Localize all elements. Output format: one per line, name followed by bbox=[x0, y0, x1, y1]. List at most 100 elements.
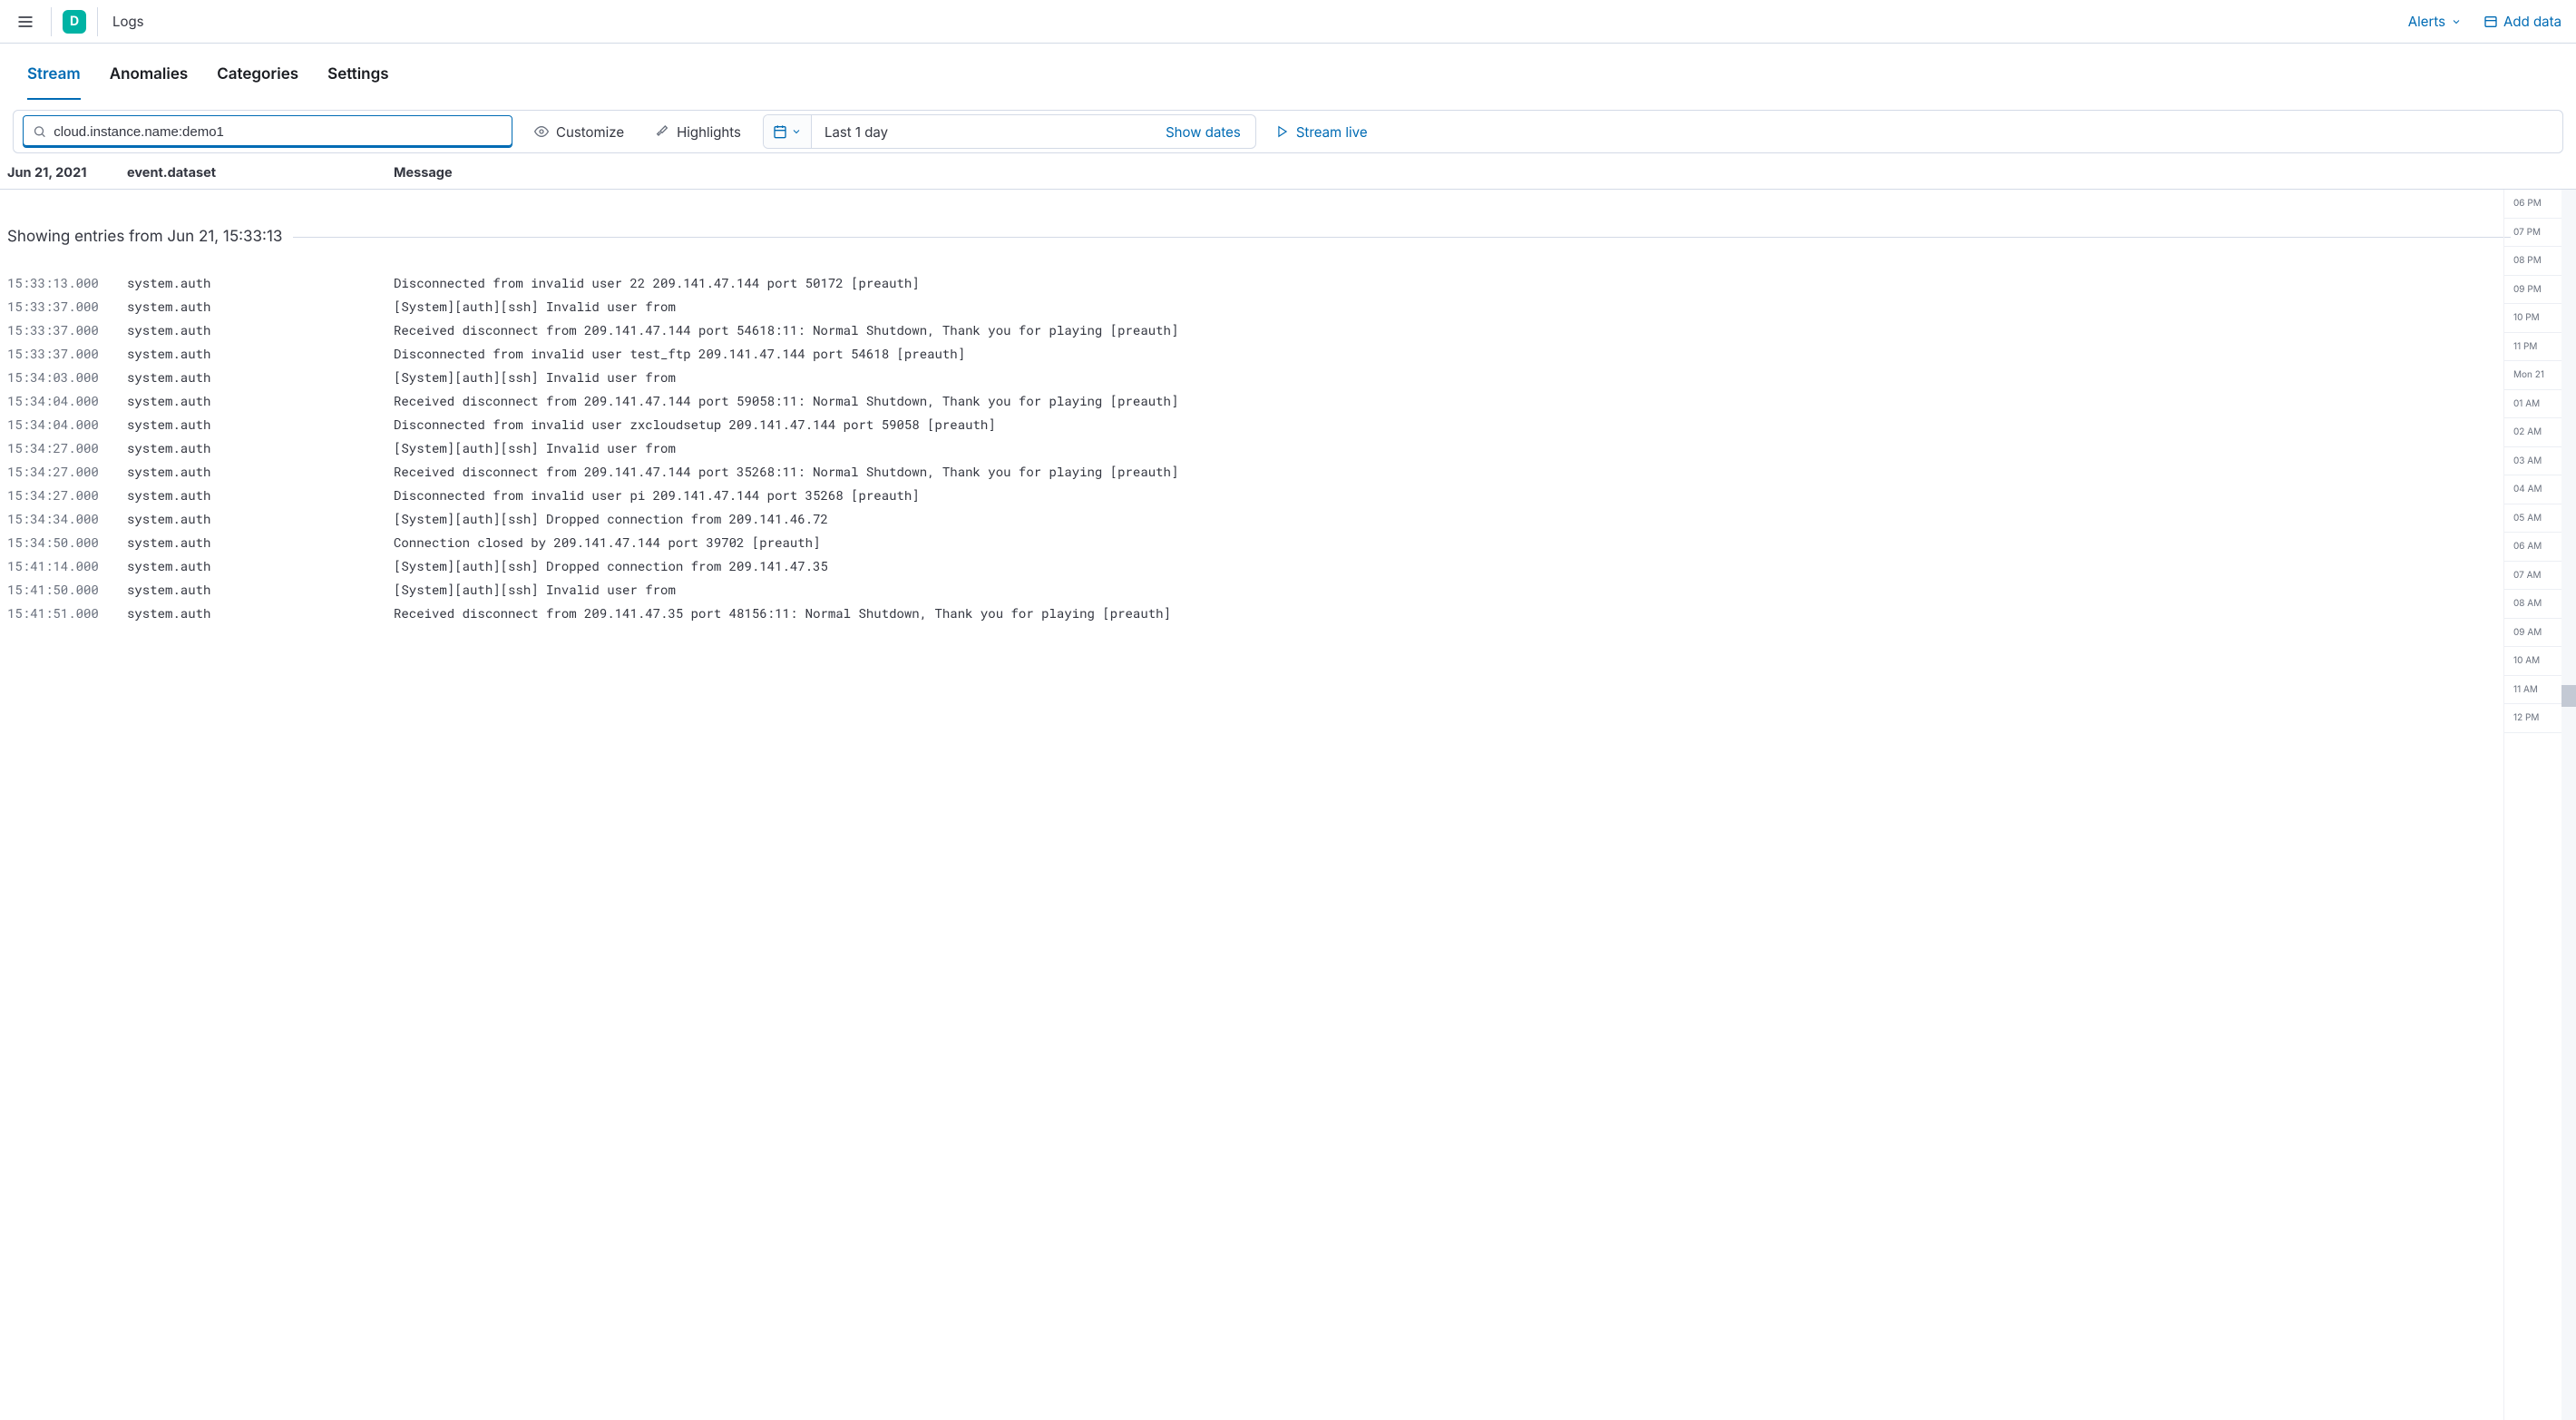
log-message: [System][auth][ssh] Invalid user from bbox=[394, 295, 1183, 318]
column-header-dataset[interactable]: event.dataset bbox=[127, 165, 394, 181]
show-dates-button[interactable]: Show dates bbox=[1151, 115, 1255, 148]
log-row[interactable]: 15:33:37.000system.authDisconnected from… bbox=[0, 342, 2511, 366]
log-dataset: system.auth bbox=[127, 507, 394, 531]
tabs: Stream Anomalies Categories Settings bbox=[0, 44, 2576, 101]
breadcrumb[interactable]: Logs bbox=[112, 13, 144, 30]
stream-live-button[interactable]: Stream live bbox=[1269, 123, 1375, 141]
column-header-timestamp[interactable]: Jun 21, 2021 bbox=[7, 165, 127, 181]
log-message: [System][auth][ssh] Invalid user from bbox=[394, 366, 1183, 389]
log-dataset: system.auth bbox=[127, 342, 394, 366]
log-dataset: system.auth bbox=[127, 484, 394, 507]
tab-categories[interactable]: Categories bbox=[217, 60, 298, 100]
log-timestamp: 15:41:14.000 bbox=[7, 554, 127, 578]
tab-settings[interactable]: Settings bbox=[327, 60, 388, 100]
log-dataset: system.auth bbox=[127, 531, 394, 554]
date-range-display[interactable]: Last 1 day bbox=[812, 115, 1151, 148]
log-message: [System][auth][ssh] Dropped connection f… bbox=[394, 507, 1183, 531]
minimap-track[interactable] bbox=[2561, 190, 2576, 1420]
alerts-dropdown[interactable]: Alerts bbox=[2408, 13, 2462, 30]
log-area: Showing entries from Jun 21, 15:33:13 15… bbox=[0, 190, 2576, 1420]
log-timestamp: 15:33:37.000 bbox=[7, 295, 127, 318]
column-header-message[interactable]: Message bbox=[394, 165, 2569, 181]
date-quick-select[interactable] bbox=[764, 115, 812, 148]
log-timestamp: 15:33:13.000 bbox=[7, 271, 127, 295]
log-dataset: system.auth bbox=[127, 389, 394, 413]
log-message: [System][auth][ssh] Invalid user from bbox=[394, 578, 1183, 602]
log-dataset: system.auth bbox=[127, 436, 394, 460]
log-row[interactable]: 15:33:37.000system.authReceived disconne… bbox=[0, 318, 2511, 342]
chevron-down-icon bbox=[2451, 16, 2462, 27]
log-message: Disconnected from invalid user pi 209.14… bbox=[394, 484, 1183, 507]
eye-icon bbox=[534, 124, 549, 139]
log-dataset: system.auth bbox=[127, 413, 394, 436]
highlights-label: Highlights bbox=[677, 123, 741, 141]
log-dataset: system.auth bbox=[127, 578, 394, 602]
log-timestamp: 15:34:27.000 bbox=[7, 484, 127, 507]
search-input-wrapper[interactable] bbox=[23, 115, 512, 148]
log-message: [System][auth][ssh] Dropped connection f… bbox=[394, 554, 1183, 578]
log-message: Disconnected from invalid user test_ftp … bbox=[394, 342, 1183, 366]
log-row[interactable]: 15:34:27.000system.auth[System][auth][ss… bbox=[0, 436, 2511, 460]
log-row[interactable]: 15:34:50.000system.authConnection closed… bbox=[0, 531, 2511, 554]
date-picker: Last 1 day Show dates bbox=[763, 114, 1256, 149]
log-dataset: system.auth bbox=[127, 271, 394, 295]
customize-button[interactable]: Customize bbox=[525, 118, 633, 146]
divider-line bbox=[293, 237, 2511, 238]
menu-icon bbox=[16, 13, 34, 31]
log-dataset: system.auth bbox=[127, 554, 394, 578]
log-dataset: system.auth bbox=[127, 602, 394, 625]
search-input[interactable] bbox=[54, 124, 503, 140]
log-timestamp: 15:34:50.000 bbox=[7, 531, 127, 554]
log-message: [System][auth][ssh] Invalid user from bbox=[394, 436, 1183, 460]
log-row[interactable]: 15:41:14.000system.auth[System][auth][ss… bbox=[0, 554, 2511, 578]
top-bar: D Logs Alerts Add data bbox=[0, 0, 2576, 44]
log-message: Received disconnect from 209.141.47.35 p… bbox=[394, 602, 1183, 625]
search-icon bbox=[33, 124, 46, 139]
log-row[interactable]: 15:34:27.000system.authReceived disconne… bbox=[0, 460, 2511, 484]
log-message: Disconnected from invalid user 22 209.14… bbox=[394, 271, 1183, 295]
log-timestamp: 15:33:37.000 bbox=[7, 342, 127, 366]
nav-toggle-button[interactable] bbox=[11, 7, 40, 36]
log-column-headers: Jun 21, 2021 event.dataset Message bbox=[0, 157, 2576, 190]
log-row[interactable]: 15:41:50.000system.auth[System][auth][ss… bbox=[0, 578, 2511, 602]
log-dataset: system.auth bbox=[127, 295, 394, 318]
log-timestamp: 15:34:04.000 bbox=[7, 413, 127, 436]
calendar-icon bbox=[773, 124, 787, 139]
log-message: Connection closed by 209.141.47.144 port… bbox=[394, 531, 1183, 554]
log-message: Received disconnect from 209.141.47.144 … bbox=[394, 460, 1183, 484]
log-row[interactable]: 15:41:51.000system.authReceived disconne… bbox=[0, 602, 2511, 625]
log-row[interactable]: 15:34:34.000system.auth[System][auth][ss… bbox=[0, 507, 2511, 531]
log-row[interactable]: 15:34:04.000system.authReceived disconne… bbox=[0, 389, 2511, 413]
log-dataset: system.auth bbox=[127, 366, 394, 389]
index-open-icon bbox=[2483, 15, 2498, 29]
log-row[interactable]: 15:34:04.000system.authDisconnected from… bbox=[0, 413, 2511, 436]
stream-live-label: Stream live bbox=[1296, 123, 1368, 141]
log-dataset: system.auth bbox=[127, 318, 394, 342]
highlights-button[interactable]: Highlights bbox=[646, 118, 750, 146]
log-message: Received disconnect from 209.141.47.144 … bbox=[394, 318, 1183, 342]
minimap-thumb[interactable] bbox=[2561, 685, 2576, 707]
log-message: Received disconnect from 209.141.47.144 … bbox=[394, 389, 1183, 413]
log-row[interactable]: 15:34:03.000system.auth[System][auth][ss… bbox=[0, 366, 2511, 389]
tab-stream[interactable]: Stream bbox=[27, 60, 81, 100]
log-timestamp: 15:41:50.000 bbox=[7, 578, 127, 602]
log-row[interactable]: 15:33:37.000system.auth[System][auth][ss… bbox=[0, 295, 2511, 318]
customize-label: Customize bbox=[556, 123, 624, 141]
tab-anomalies[interactable]: Anomalies bbox=[110, 60, 188, 100]
add-data-link[interactable]: Add data bbox=[2483, 13, 2561, 30]
log-stream[interactable]: Showing entries from Jun 21, 15:33:13 15… bbox=[0, 190, 2576, 1420]
log-message: Disconnected from invalid user zxcloudse… bbox=[394, 413, 1183, 436]
chevron-down-icon bbox=[791, 126, 802, 137]
filter-bar: Customize Highlights Last 1 day Show dat… bbox=[13, 110, 2563, 153]
log-row[interactable]: 15:33:13.000system.authDisconnected from… bbox=[0, 271, 2511, 295]
entries-divider-label: Showing entries from Jun 21, 15:33:13 bbox=[0, 228, 282, 246]
log-timestamp: 15:34:27.000 bbox=[7, 460, 127, 484]
play-icon bbox=[1276, 125, 1289, 138]
alerts-label: Alerts bbox=[2408, 13, 2445, 30]
log-timestamp: 15:34:34.000 bbox=[7, 507, 127, 531]
space-selector[interactable]: D bbox=[63, 10, 86, 34]
log-timestamp: 15:41:51.000 bbox=[7, 602, 127, 625]
time-minimap[interactable]: 06 PM07 PM08 PM09 PM10 PM11 PMMon 2101 A… bbox=[2503, 190, 2576, 1420]
log-row[interactable]: 15:34:27.000system.authDisconnected from… bbox=[0, 484, 2511, 507]
log-timestamp: 15:34:27.000 bbox=[7, 436, 127, 460]
